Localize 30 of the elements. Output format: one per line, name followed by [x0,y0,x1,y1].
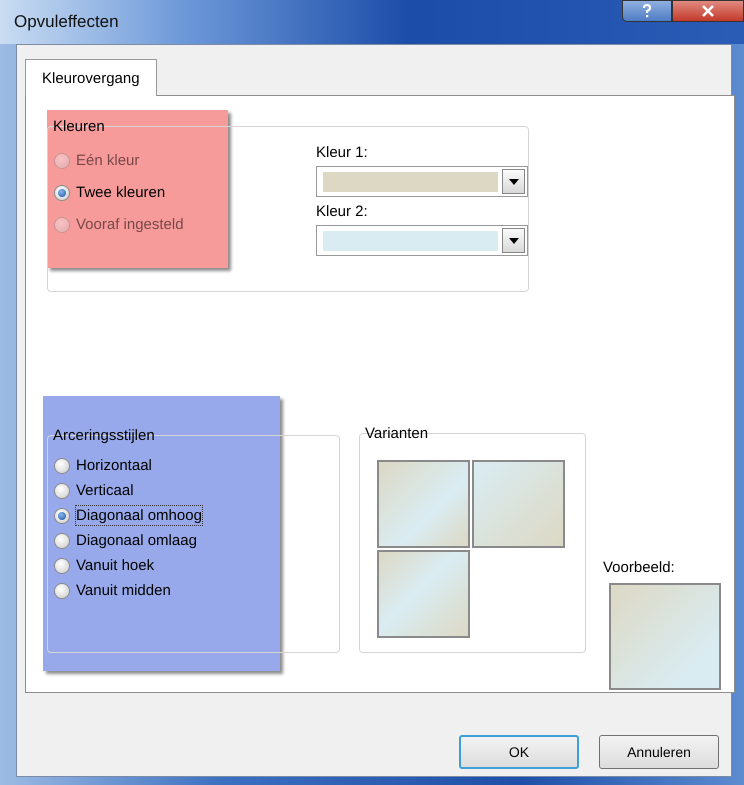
picker-label: Kleur 2: [316,203,369,220]
radio-option[interactable]: Vanuit hoek [54,556,154,575]
radio-option[interactable]: Horizontaal [54,456,152,475]
dialog-button[interactable]: Annuleren [599,735,719,769]
group-title: Varianten [365,425,430,443]
group-title: Arceringsstijlen [53,427,156,445]
gradient-variant-tile[interactable] [377,550,470,638]
color-dropdown[interactable] [316,225,528,256]
radio-option[interactable]: Diagonaal omlaag [54,531,197,550]
radio-option[interactable]: Diagonaal omhoog [54,506,202,525]
picker-label: Kleur 1: [316,144,369,161]
gradient-variant-tile[interactable] [377,460,470,548]
gradient-variant-tile[interactable] [472,460,565,548]
radio-option[interactable]: Verticaal [54,481,134,500]
caret-icon [508,178,518,184]
close-button[interactable] [672,0,744,22]
radio-option[interactable]: Twee kleuren [54,183,166,202]
help-icon [640,4,654,18]
radio-option[interactable]: Vanuit midden [54,581,171,600]
tab[interactable]: Kleurovergang [25,59,157,96]
help-button[interactable] [622,0,672,22]
preview-label: Voorbeeld: [603,559,676,576]
window-title: Opvuleffecten [14,12,119,32]
color-dropdown[interactable] [316,166,528,197]
dialog-button[interactable]: OK [459,735,579,769]
dropdown-button[interactable] [502,228,525,253]
dropdown-button[interactable] [502,169,525,194]
caret-icon [508,238,518,244]
group-title: Kleuren [53,118,106,136]
close-icon [701,5,715,17]
